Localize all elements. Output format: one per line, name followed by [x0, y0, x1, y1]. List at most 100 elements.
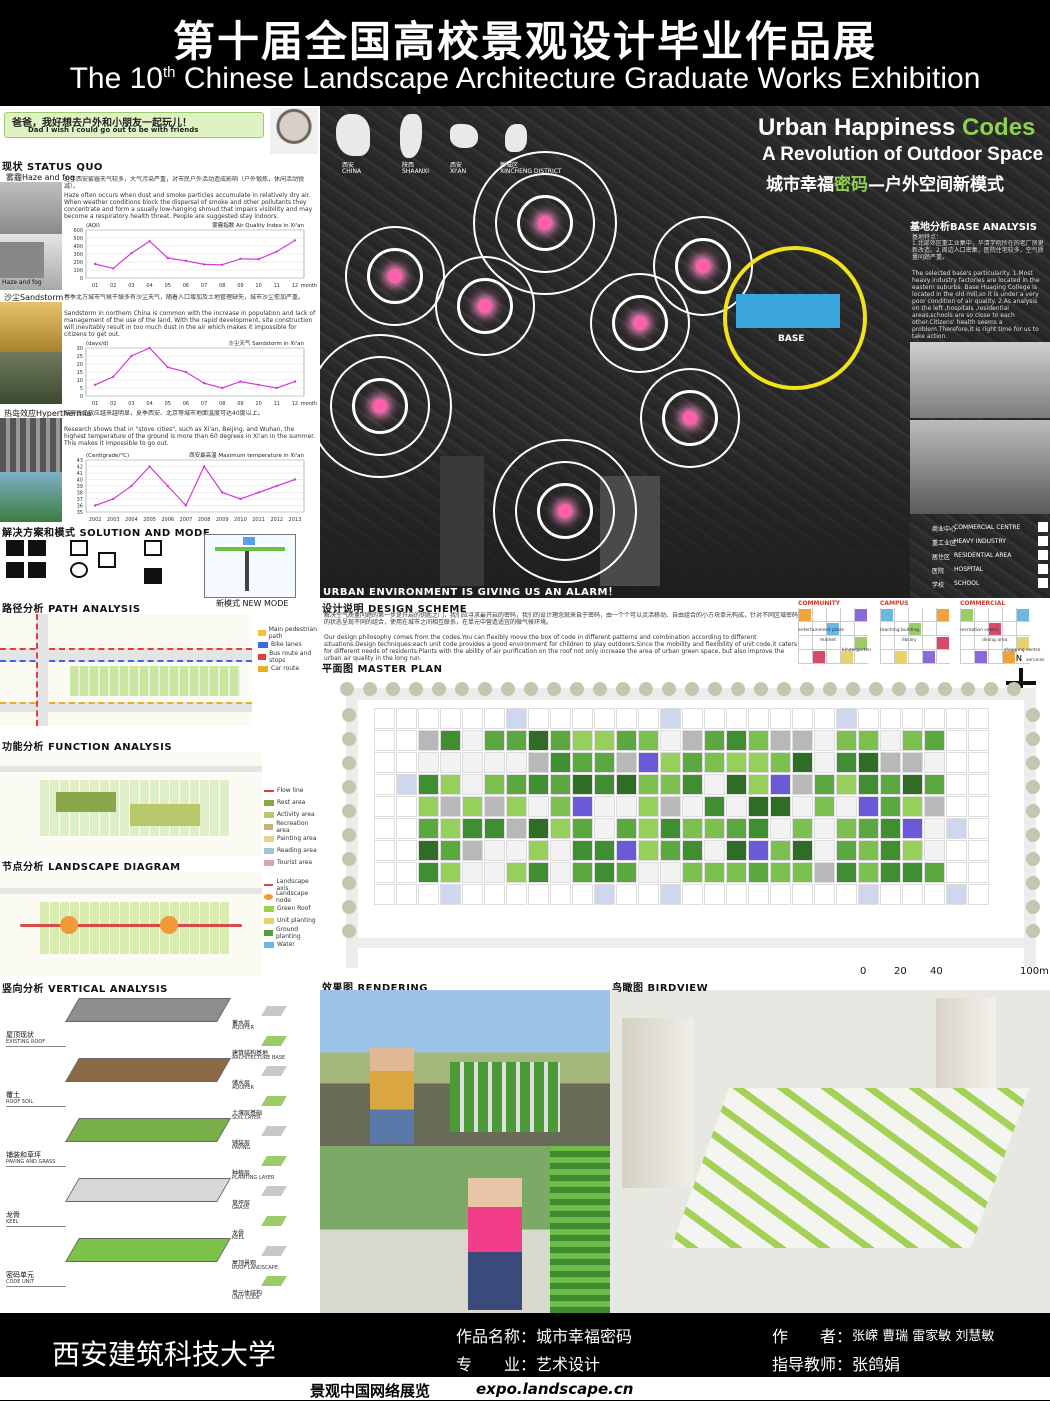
- haze-thumb-caption: Haze and fog: [2, 279, 42, 286]
- plan-cell: [880, 796, 901, 817]
- tree: [662, 682, 676, 696]
- plan-cell: [858, 708, 879, 729]
- project-title-main: Urban Happiness: [758, 114, 963, 141]
- tree: [616, 682, 630, 696]
- code-cell-label: recreation centre: [960, 628, 999, 633]
- legend-item: Activity area: [264, 810, 320, 819]
- plan-cell: [616, 708, 637, 729]
- chart-title: 雾霾指数 Air Quality Index in Xi'an: [212, 221, 304, 229]
- plan-cell: [924, 862, 945, 883]
- data-point: [184, 504, 188, 507]
- code-cell: [961, 609, 973, 621]
- x-tick-label: 2012: [270, 517, 283, 523]
- site-location-map: 西安 CHINA 陕西 SHAANXI 西安 XI'AN 新城区 XINCHENG DISTR…: [320, 106, 1050, 598]
- map-legend-cn: 商业中心: [932, 526, 957, 533]
- code-cell: [855, 609, 867, 621]
- pollution-dot: [478, 299, 492, 313]
- plan-cell: [924, 752, 945, 773]
- tree: [1026, 852, 1040, 866]
- data-point: [184, 259, 188, 262]
- x-tick-label: 09: [237, 283, 243, 289]
- site-url[interactable]: expo.landscape.cn: [476, 1380, 633, 1398]
- legend-item: Tourist area: [264, 858, 320, 867]
- plan-cell: [770, 862, 791, 883]
- plan-cell: [858, 840, 879, 861]
- pollution-dot: [373, 399, 387, 413]
- plan-cell: [550, 862, 571, 883]
- part-swatch: [261, 1186, 287, 1196]
- plan-cell: [616, 884, 637, 905]
- plan-cell: [660, 840, 681, 861]
- plan-cell: [572, 862, 593, 883]
- plan-cell: [572, 708, 593, 729]
- part-swatch: [261, 1096, 287, 1106]
- plan-cell: [506, 840, 527, 861]
- tree: [501, 682, 515, 696]
- plan-cell: [638, 862, 659, 883]
- part-label-en: KEEL: [232, 1235, 245, 1241]
- layer-leader-line: [6, 1286, 66, 1287]
- plan-cell: [704, 796, 725, 817]
- function-map: [0, 752, 262, 856]
- base-analysis-title: 基地分析BASE ANALYSIS: [910, 222, 1037, 233]
- plan-cell: [418, 752, 439, 773]
- plan-cell: [616, 862, 637, 883]
- solution-icons: [6, 538, 186, 596]
- plan-cell: [594, 796, 615, 817]
- tree: [570, 682, 584, 696]
- plan-cell: [484, 708, 505, 729]
- tree: [432, 682, 446, 696]
- plan-cell: [924, 708, 945, 729]
- base-analysis-en: The selected base's particularity. 1.Mos…: [912, 270, 1040, 340]
- code-cell-label: market: [820, 638, 836, 643]
- plan-cell: [550, 708, 571, 729]
- x-tick-label: 2013: [289, 517, 302, 523]
- plan-cell: [814, 884, 835, 905]
- plan-cell: [792, 796, 813, 817]
- data-point: [275, 484, 278, 488]
- plan-cell: [374, 796, 395, 817]
- plan-cell: [836, 884, 857, 905]
- work-name: 城市幸福密码: [536, 1327, 633, 1346]
- plan-cell: [748, 730, 769, 751]
- data-point: [202, 263, 206, 266]
- north-label: N: [1016, 654, 1022, 663]
- plan-cell: [572, 774, 593, 795]
- plan-cell: [484, 730, 505, 751]
- tree: [1026, 900, 1040, 914]
- map-legend-en: COMMERCIAL CENTRE: [954, 524, 1021, 531]
- plan-cell: [836, 862, 857, 883]
- plan-cell: [484, 862, 505, 883]
- plan-cell: [968, 818, 989, 839]
- sand-photo-2: [0, 352, 62, 404]
- rest-swatch: [264, 799, 274, 806]
- plan-cell: [418, 796, 439, 817]
- plan-cell: [858, 884, 879, 905]
- part-swatch: [261, 1006, 287, 1016]
- heat-photo-1: [0, 418, 62, 472]
- code-cell: [895, 651, 907, 663]
- tree: [1026, 780, 1040, 794]
- design-scheme-section: 设计说明 DESIGN SCHEME 解决空气质量问题的第一步是开启的钥匙之门，…: [320, 598, 1050, 980]
- car-icon: [6, 562, 24, 578]
- plan-cell: [726, 774, 747, 795]
- layer-slab: [65, 1178, 231, 1202]
- plan-cell: [506, 730, 527, 751]
- plan-cell: [814, 708, 835, 729]
- plan-cell: [638, 774, 659, 795]
- tree: [1026, 756, 1040, 770]
- y-tick-label: 41: [77, 471, 83, 477]
- site-cn: 景观中国网络展览: [310, 1382, 431, 1400]
- part-label-en: AQUIFER: [232, 1085, 254, 1091]
- data-point: [257, 383, 260, 386]
- legend-text: Green Roof: [277, 905, 311, 912]
- legend-item: Painting area: [264, 834, 320, 843]
- plan-cell: [748, 708, 769, 729]
- plan-cell: [418, 862, 439, 883]
- major: 艺术设计: [536, 1355, 601, 1374]
- title-en-post: Chinese Landscape Architecture Graduate …: [175, 62, 981, 95]
- y-tick-label: 30: [77, 346, 83, 352]
- scale-label: 40: [930, 966, 943, 977]
- map-legend-cn: 学校: [932, 582, 945, 589]
- tree: [961, 682, 975, 696]
